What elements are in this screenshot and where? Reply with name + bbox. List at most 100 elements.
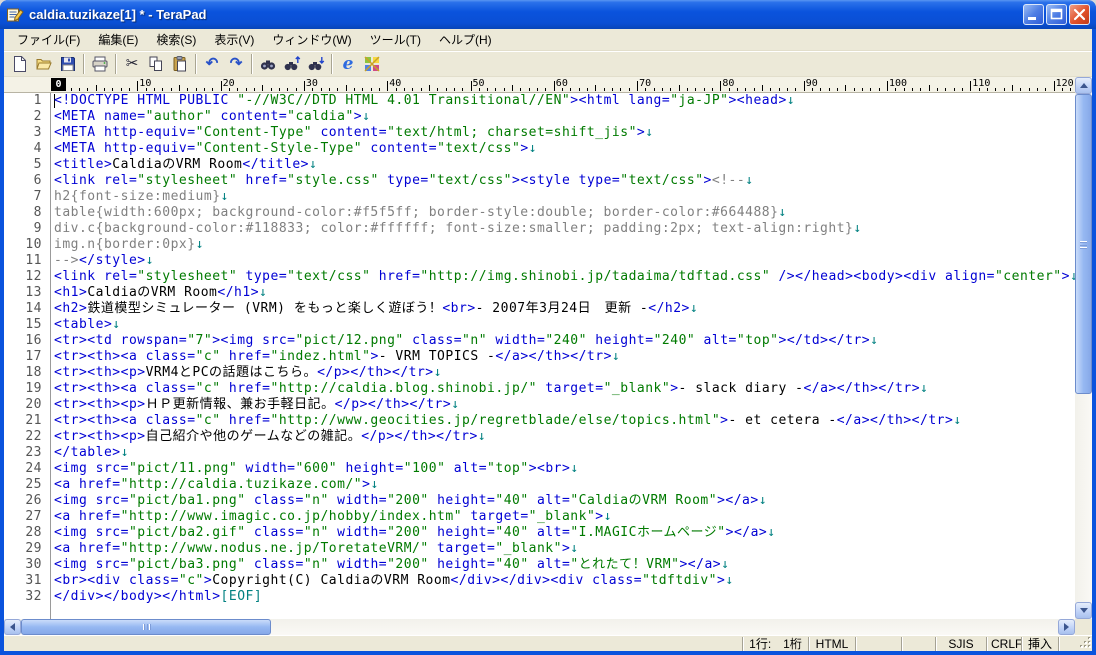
- code-line[interactable]: 24 <img src="pict/11.png" width="600" hei…: [4, 461, 1075, 477]
- redo-button[interactable]: ↷: [224, 53, 248, 75]
- code-line-text: <img src="pict/ba2.gif" class="n" width=…: [54, 525, 776, 540]
- column-ruler: 10 20 30 40 50 60 70 80 90 100 110 120 0: [4, 77, 1075, 93]
- code-line[interactable]: 12 <link rel="stylesheet" type="text/css"…: [4, 269, 1075, 285]
- find-button[interactable]: [256, 53, 280, 75]
- ruler-tick: [337, 88, 339, 91]
- ruler-tick: [595, 85, 597, 91]
- line-number: 27: [25, 509, 42, 524]
- vertical-scrollbar[interactable]: [1075, 77, 1092, 619]
- new-file-button[interactable]: [8, 53, 32, 75]
- code-line[interactable]: 27 <a href="http://www.imagic.co.jp/hobby…: [4, 509, 1075, 525]
- code-line[interactable]: 4 <META http-equiv="Content-Style-Type" c…: [4, 141, 1075, 157]
- code-line-text: <a href="http://www.nodus.ne.jp/Toretate…: [54, 541, 579, 556]
- save-file-button[interactable]: [56, 53, 80, 75]
- ruler-tick: [453, 88, 455, 91]
- toolbar-separator: [251, 54, 253, 74]
- code-line[interactable]: 17 <tr><th><a class="c" href="indez.html"…: [4, 349, 1075, 365]
- line-number: 9: [33, 221, 42, 236]
- menu-tool[interactable]: ツール(T): [361, 28, 430, 51]
- code-line[interactable]: 28 <img src="pict/ba2.gif" class="n" widt…: [4, 525, 1075, 541]
- line-number: 4: [33, 141, 42, 156]
- horizontal-scrollbar[interactable]: [4, 619, 1075, 635]
- code-line[interactable]: 5 <title>CaldiaのVRM Room</title>↓: [4, 157, 1075, 173]
- code-line[interactable]: 23 </table>↓: [4, 445, 1075, 461]
- code-line[interactable]: 3 <META http-equiv="Content-Type" content…: [4, 125, 1075, 141]
- code-line[interactable]: 16 <tr><td rowspan="7"><img src="pict/12.…: [4, 333, 1075, 349]
- code-line[interactable]: 31 <br><div class="c">Copyright(C) Caldia…: [4, 573, 1075, 589]
- code-line[interactable]: 1 <!DOCTYPE HTML PUBLIC "-//W3C//DTD HTML…: [4, 93, 1075, 109]
- menu-file[interactable]: ファイル(F): [8, 28, 89, 51]
- code-line[interactable]: 19 <tr><th><a class="c" href="http://cald…: [4, 381, 1075, 397]
- code-line-text: <h1>CaldiaのVRM Room</h1>↓: [54, 285, 268, 300]
- maximize-button[interactable]: [1046, 4, 1067, 25]
- line-number: 16: [25, 333, 42, 348]
- horizontal-scroll-thumb[interactable]: [21, 619, 271, 635]
- scroll-right-button[interactable]: [1058, 619, 1075, 635]
- ruler-tick: [428, 85, 430, 91]
- code-line[interactable]: 26 <img src="pict/ba1.png" class="n" widt…: [4, 493, 1075, 509]
- code-line[interactable]: 7 h2{font-size:medium}↓: [4, 189, 1075, 205]
- code-line[interactable]: 29 <a href="http://www.nodus.ne.jp/Toreta…: [4, 541, 1075, 557]
- resize-grip-icon[interactable]: [1078, 635, 1091, 651]
- code-line-text: --></style>↓: [54, 253, 154, 268]
- vertical-scroll-thumb[interactable]: [1075, 94, 1092, 394]
- line-number: 10: [25, 237, 42, 252]
- copy-button[interactable]: [144, 53, 168, 75]
- code-line[interactable]: 13 <h1>CaldiaのVRM Room</h1>↓: [4, 285, 1075, 301]
- close-button[interactable]: [1069, 4, 1090, 25]
- code-line[interactable]: 21 <tr><th><a class="c" href="http://www.…: [4, 413, 1075, 429]
- scroll-down-button[interactable]: [1075, 602, 1092, 619]
- ruler-tick: [820, 88, 822, 91]
- ruler-tick: [570, 88, 572, 91]
- minimize-button[interactable]: [1023, 4, 1044, 25]
- code-line[interactable]: 25 <a href="http://caldia.tuzikaze.com/">…: [4, 477, 1075, 493]
- code-line[interactable]: 9 div.c{background-color:#118833; color:#…: [4, 221, 1075, 237]
- cut-button[interactable]: ✂: [120, 53, 144, 75]
- code-line[interactable]: 11 --></style>↓: [4, 253, 1075, 269]
- find-down-button[interactable]: [304, 53, 328, 75]
- code-line[interactable]: 20 <tr><th><p>ＨＰ更新情報、兼お手軽日記。</p></th></tr…: [4, 397, 1075, 413]
- ruler-tick: [620, 88, 622, 91]
- menu-edit[interactable]: 編集(E): [89, 28, 147, 51]
- menu-window[interactable]: ウィンドウ(W): [263, 28, 360, 51]
- scrollbar-corner: [1075, 619, 1092, 635]
- code-line[interactable]: 14 <h2>鉄道模型シミュレーター (VRM) をもっと楽しく遊ぼう！<br>-…: [4, 301, 1075, 317]
- ie-preview-icon: e: [342, 53, 354, 74]
- find-up-button[interactable]: [280, 53, 304, 75]
- ie-preview-button[interactable]: e: [336, 53, 360, 75]
- undo-button[interactable]: ↶: [200, 53, 224, 75]
- code-line[interactable]: 32 </div></body></html>[EOF]: [4, 589, 1075, 605]
- status-file-type: HTML: [808, 636, 855, 651]
- ruler-label: 120: [1055, 78, 1074, 89]
- ruler-tick: [262, 85, 264, 91]
- ruler-tick: [495, 88, 497, 91]
- open-file-button[interactable]: [32, 53, 56, 75]
- menu-help[interactable]: ヘルプ(H): [430, 28, 501, 51]
- titlebar[interactable]: caldia.tuzikaze[1] * - TeraPad: [0, 0, 1096, 29]
- code-line[interactable]: 30 <img src="pict/ba3.png" class="n" widt…: [4, 557, 1075, 573]
- code-line[interactable]: 22 <tr><th><p>自己紹介や他のゲームなどの雑記。</p></th></…: [4, 429, 1075, 445]
- code-line[interactable]: 2 <META name="author" content="caldia">↓: [4, 109, 1075, 125]
- scroll-up-button[interactable]: [1075, 77, 1092, 94]
- new-file-icon: [11, 55, 29, 73]
- ruler-label: 80: [722, 78, 735, 89]
- ruler-label: 40: [389, 78, 402, 89]
- paste-button[interactable]: [168, 53, 192, 75]
- code-line[interactable]: 18 <tr><th><p>VRM4とPCの話題はこちら。</p></th></t…: [4, 365, 1075, 381]
- code-line[interactable]: 10 img.n{border:0px}↓: [4, 237, 1075, 253]
- code-line[interactable]: 15 <table>↓: [4, 317, 1075, 333]
- code-line[interactable]: 6 <link rel="stylesheet" href="style.css"…: [4, 173, 1075, 189]
- line-number: 22: [25, 429, 42, 444]
- text-editor-area[interactable]: 1 <!DOCTYPE HTML PUBLIC "-//W3C//DTD HTML…: [4, 93, 1075, 619]
- ruler-tick: [237, 88, 239, 91]
- scroll-left-button[interactable]: [4, 619, 21, 635]
- print-icon: [91, 55, 109, 73]
- print-button[interactable]: [88, 53, 112, 75]
- menu-search[interactable]: 検索(S): [147, 28, 205, 51]
- code-line[interactable]: 8 table{width:600px; background-color:#f5…: [4, 205, 1075, 221]
- line-number: 18: [25, 365, 42, 380]
- ruler-tick: [637, 81, 639, 91]
- menu-view[interactable]: 表示(V): [205, 28, 263, 51]
- external-tool-button[interactable]: [360, 53, 384, 75]
- ruler-tick: [795, 88, 797, 91]
